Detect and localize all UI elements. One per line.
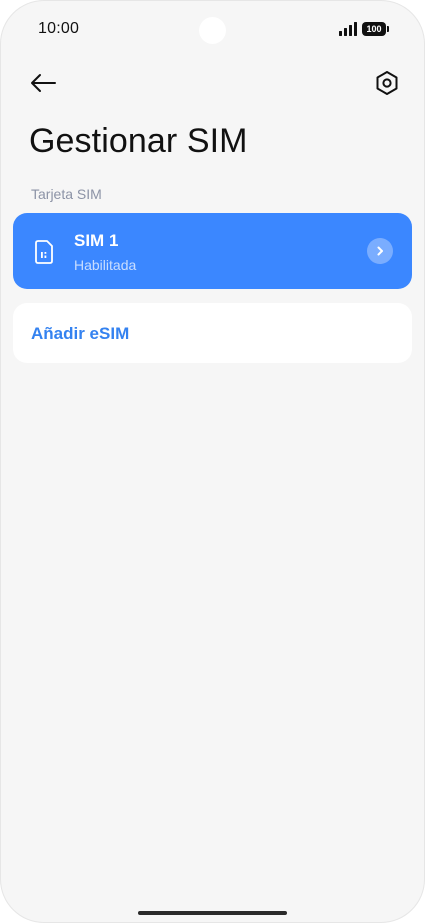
- add-esim-button[interactable]: Añadir eSIM: [13, 303, 412, 363]
- phone-screen: 10:00 100 Gestionar SIM Tarjeta SIM SIM …: [0, 0, 425, 923]
- sim-card-icon: [35, 240, 53, 264]
- sim-name: SIM 1: [74, 231, 119, 250]
- back-button[interactable]: [24, 66, 62, 100]
- camera-cutout: [199, 17, 226, 44]
- hexagon-settings-icon: [376, 71, 398, 95]
- chevron-right-icon: [367, 238, 393, 264]
- add-esim-label: Añadir eSIM: [31, 324, 130, 343]
- sim-status: Habilitada: [74, 257, 137, 273]
- battery-level: 100: [362, 22, 386, 36]
- settings-button[interactable]: [370, 66, 404, 100]
- battery-tip: [387, 26, 389, 32]
- section-label: Tarjeta SIM: [31, 186, 102, 202]
- home-indicator[interactable]: [138, 911, 287, 915]
- arrow-left-icon: [31, 74, 56, 92]
- battery-icon: 100: [362, 22, 390, 36]
- status-bar: 10:00 100: [0, 0, 425, 60]
- signal-icon: [339, 22, 357, 36]
- sim-1-item[interactable]: SIM 1 Habilitada: [13, 213, 412, 289]
- status-time: 10:00: [38, 20, 80, 37]
- page-title: Gestionar SIM: [29, 122, 248, 160]
